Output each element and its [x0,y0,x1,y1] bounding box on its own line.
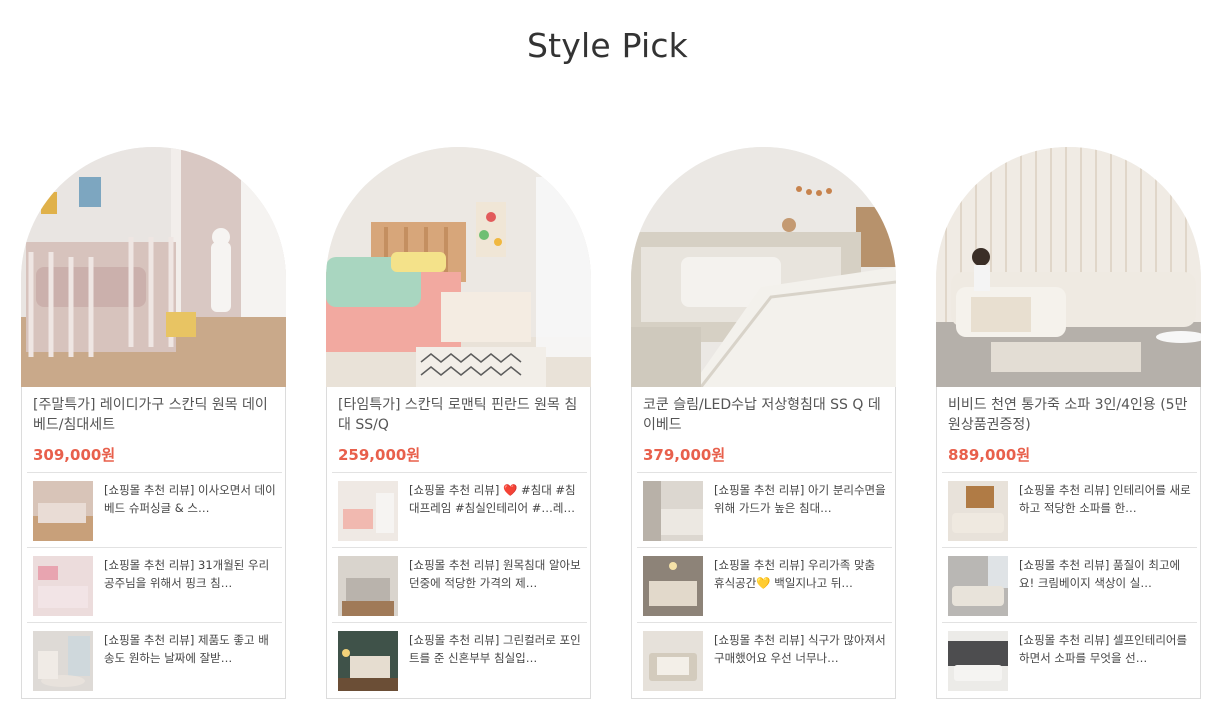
product-card[interactable]: [주말특가] 레이디가구 스칸딕 원목 데이베드/침대세트 309,000원 [… [21,147,286,699]
review-text: [쇼핑몰 추천 리뷰] 셀프인테리어를 하면서 소파를 무엇을 선… [1019,633,1188,665]
review-photo-icon [643,631,703,691]
product-grid: [주말특가] 레이디가구 스칸딕 원목 데이베드/침대세트 309,000원 [… [21,147,1201,699]
low-bed-photo-icon [631,147,896,387]
product-image[interactable] [936,147,1201,387]
product-name[interactable]: [주말특가] 레이디가구 스칸딕 원목 데이베드/침대세트 [33,395,278,435]
review-text: [쇼핑몰 추천 리뷰] 인테리어를 새로 하고 적당한 소파를 한… [1019,483,1191,515]
page-title: Style Pick [527,26,688,65]
product-price: 309,000원 [33,446,116,464]
product-card[interactable]: 비비드 천연 통가죽 소파 3인/4인용 (5만원상품권증정) 889,000원… [936,147,1201,699]
review-photo-icon [33,631,93,691]
review-photo-icon [643,556,703,616]
review-photo-icon [338,481,398,541]
review-photo-icon [643,481,703,541]
review-photo-icon [948,481,1008,541]
product-name[interactable]: [타임특가] 스칸딕 로맨틱 핀란드 원목 침대 SS/Q [338,395,583,435]
review-thumbnail[interactable] [33,631,93,691]
review-text: [쇼핑몰 추천 리뷰] 제품도 좋고 배송도 원하는 날짜에 잘받… [104,633,269,665]
review-item[interactable]: [쇼핑몰 추천 리뷰] 그린컬러로 포인트를 준 신혼부부 침실입… [332,622,587,697]
kids-daybed-photo-icon [21,147,286,387]
product-info: [주말특가] 레이디가구 스칸딕 원목 데이베드/침대세트 309,000원 [… [21,387,286,699]
product-price: 379,000원 [643,446,726,464]
product-info: [타임특가] 스칸딕 로맨틱 핀란드 원목 침대 SS/Q 259,000원 [… [326,387,591,699]
review-thumbnail[interactable] [33,556,93,616]
product-info: 비비드 천연 통가죽 소파 3인/4인용 (5만원상품권증정) 889,000원… [936,387,1201,699]
product-price: 259,000원 [338,446,421,464]
review-thumbnail[interactable] [948,481,1008,541]
review-item[interactable]: [쇼핑몰 추천 리뷰] 품질이 최고에요! 크림베이지 색상이 실… [942,547,1197,622]
review-text: [쇼핑몰 추천 리뷰] 식구가 많아져서 구매했어요 우선 너무나… [714,633,886,665]
review-item[interactable]: [쇼핑몰 추천 리뷰] 셀프인테리어를 하면서 소파를 무엇을 선… [942,622,1197,697]
review-text: [쇼핑몰 추천 리뷰] 그린컬러로 포인트를 준 신혼부부 침실입… [409,633,581,665]
review-photo-icon [33,556,93,616]
review-thumbnail[interactable] [33,481,93,541]
review-text: [쇼핑몰 추천 리뷰] 이사오면서 데이베드 슈퍼싱글 & 스… [104,483,276,515]
review-thumbnail[interactable] [338,556,398,616]
review-photo-icon [948,631,1008,691]
review-text: [쇼핑몰 추천 리뷰] 우리가족 맞춤 휴식공간💛 백일지나고 뒤… [714,558,876,590]
review-text: [쇼핑몰 추천 리뷰] 31개월된 우리 공주님을 위해서 핑크 침… [104,558,270,590]
product-name[interactable]: 비비드 천연 통가죽 소파 3인/4인용 (5만원상품권증정) [948,395,1193,435]
review-item[interactable]: [쇼핑몰 추천 리뷰] 아기 분리수면을 위해 가드가 높은 침대… [637,472,892,547]
review-item[interactable]: [쇼핑몰 추천 리뷰] ❤️ #침대 #침대프레임 #침실인테리어 #…레… [332,472,587,547]
review-text: [쇼핑몰 추천 리뷰] 아기 분리수면을 위해 가드가 높은 침대… [714,483,886,515]
review-thumbnail[interactable] [643,481,703,541]
review-photo-icon [338,631,398,691]
product-price: 889,000원 [948,446,1031,464]
review-text: [쇼핑몰 추천 리뷰] 원목침대 알아보던중에 적당한 가격의 제… [409,558,581,590]
review-thumbnail[interactable] [643,631,703,691]
wooden-bed-photo-icon [326,147,591,387]
review-text: [쇼핑몰 추천 리뷰] ❤️ #침대 #침대프레임 #침실인테리어 #…레… [409,483,576,515]
review-item[interactable]: [쇼핑몰 추천 리뷰] 우리가족 맞춤 휴식공간💛 백일지나고 뒤… [637,547,892,622]
review-text: [쇼핑몰 추천 리뷰] 품질이 최고에요! 크림베이지 색상이 실… [1019,558,1181,590]
review-thumbnail[interactable] [948,556,1008,616]
product-card[interactable]: 코쿤 슬림/LED수납 저상형침대 SS Q 데이베드 379,000원 [쇼핑… [631,147,896,699]
review-photo-icon [33,481,93,541]
review-item[interactable]: [쇼핑몰 추천 리뷰] 이사오면서 데이베드 슈퍼싱글 & 스… [27,472,282,547]
review-thumbnail[interactable] [643,556,703,616]
review-item[interactable]: [쇼핑몰 추천 리뷰] 식구가 많아져서 구매했어요 우선 너무나… [637,622,892,697]
product-image[interactable] [631,147,896,387]
review-thumbnail[interactable] [338,631,398,691]
review-item[interactable]: [쇼핑몰 추천 리뷰] 제품도 좋고 배송도 원하는 날짜에 잘받… [27,622,282,697]
leather-sofa-photo-icon [936,147,1201,387]
product-name[interactable]: 코쿤 슬림/LED수납 저상형침대 SS Q 데이베드 [643,395,888,435]
review-photo-icon [338,556,398,616]
product-image[interactable] [21,147,286,387]
review-item[interactable]: [쇼핑몰 추천 리뷰] 원목침대 알아보던중에 적당한 가격의 제… [332,547,587,622]
review-thumbnail[interactable] [948,631,1008,691]
product-card[interactable]: [타임특가] 스칸딕 로맨틱 핀란드 원목 침대 SS/Q 259,000원 [… [326,147,591,699]
product-info: 코쿤 슬림/LED수납 저상형침대 SS Q 데이베드 379,000원 [쇼핑… [631,387,896,699]
review-item[interactable]: [쇼핑몰 추천 리뷰] 인테리어를 새로 하고 적당한 소파를 한… [942,472,1197,547]
review-thumbnail[interactable] [338,481,398,541]
review-item[interactable]: [쇼핑몰 추천 리뷰] 31개월된 우리 공주님을 위해서 핑크 침… [27,547,282,622]
product-image[interactable] [326,147,591,387]
review-photo-icon [948,556,1008,616]
